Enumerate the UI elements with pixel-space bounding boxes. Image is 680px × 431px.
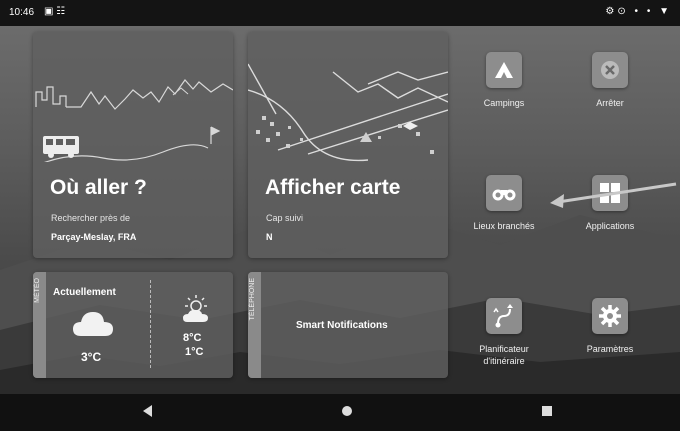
app-route-planner[interactable]: Planificateur d'itinéraire	[459, 298, 549, 367]
current-temperature: 3°C	[81, 350, 102, 364]
app-points-of-interest[interactable]: Lieux branchés	[459, 175, 549, 232]
navigation-bar	[0, 394, 680, 431]
status-bar: 10:46 ▣ ☷ ⚙⊙ • • ▼	[0, 0, 680, 26]
back-icon[interactable]	[143, 405, 152, 417]
cloud-icon	[73, 312, 113, 336]
show-map-card[interactable]: Afficher carte Cap suivi N	[248, 32, 448, 258]
low-temperature: 1°C	[185, 346, 204, 358]
clock: 10:46	[9, 7, 35, 18]
annotation-arrow	[550, 182, 677, 208]
notification-icons: ▣ ☷	[44, 6, 66, 17]
current-weather-label: Actuellement	[53, 287, 116, 298]
search-near-label: Rechercher près de	[51, 213, 131, 223]
phone-tab: TÉLÉPHONE	[248, 272, 261, 378]
campervan-icon	[43, 136, 79, 158]
binoculars-icon	[486, 175, 522, 211]
tent-icon	[486, 52, 522, 88]
app-campings[interactable]: Campings	[459, 52, 549, 109]
weather-tab: MÉTÉO	[33, 272, 46, 378]
where-to-card[interactable]: Où aller ? Rechercher près de Parçay-Mes…	[33, 32, 233, 258]
weather-divider	[150, 280, 151, 368]
high-temperature: 8°C	[183, 332, 202, 344]
partly-sunny-icon	[183, 295, 208, 322]
smart-notifications-label: Smart Notifications	[296, 320, 388, 331]
campervan-landscape-illustration	[35, 79, 233, 162]
route-planner-icon	[486, 298, 522, 334]
gear-icon	[592, 298, 628, 334]
stop-icon	[592, 52, 628, 88]
heading-value: N	[266, 232, 273, 242]
app-settings[interactable]: Paramètres	[565, 298, 655, 355]
recent-apps-icon[interactable]	[542, 406, 552, 416]
map-illustration	[248, 63, 448, 162]
weather-widget[interactable]: MÉTÉO Actuellement 3°C 8°C 1°C	[33, 272, 233, 378]
home-icon[interactable]	[342, 406, 352, 416]
where-to-title: Où aller ?	[50, 176, 147, 199]
show-map-title: Afficher carte	[265, 176, 401, 199]
current-location: Parçay-Meslay, FRA	[51, 232, 137, 242]
app-stop[interactable]: Arrêter	[565, 52, 655, 109]
heading-label: Cap suivi	[266, 213, 304, 223]
system-icons: ⚙⊙ • • ▼	[605, 6, 672, 17]
phone-widget[interactable]: TÉLÉPHONE Smart Notifications	[248, 272, 448, 378]
